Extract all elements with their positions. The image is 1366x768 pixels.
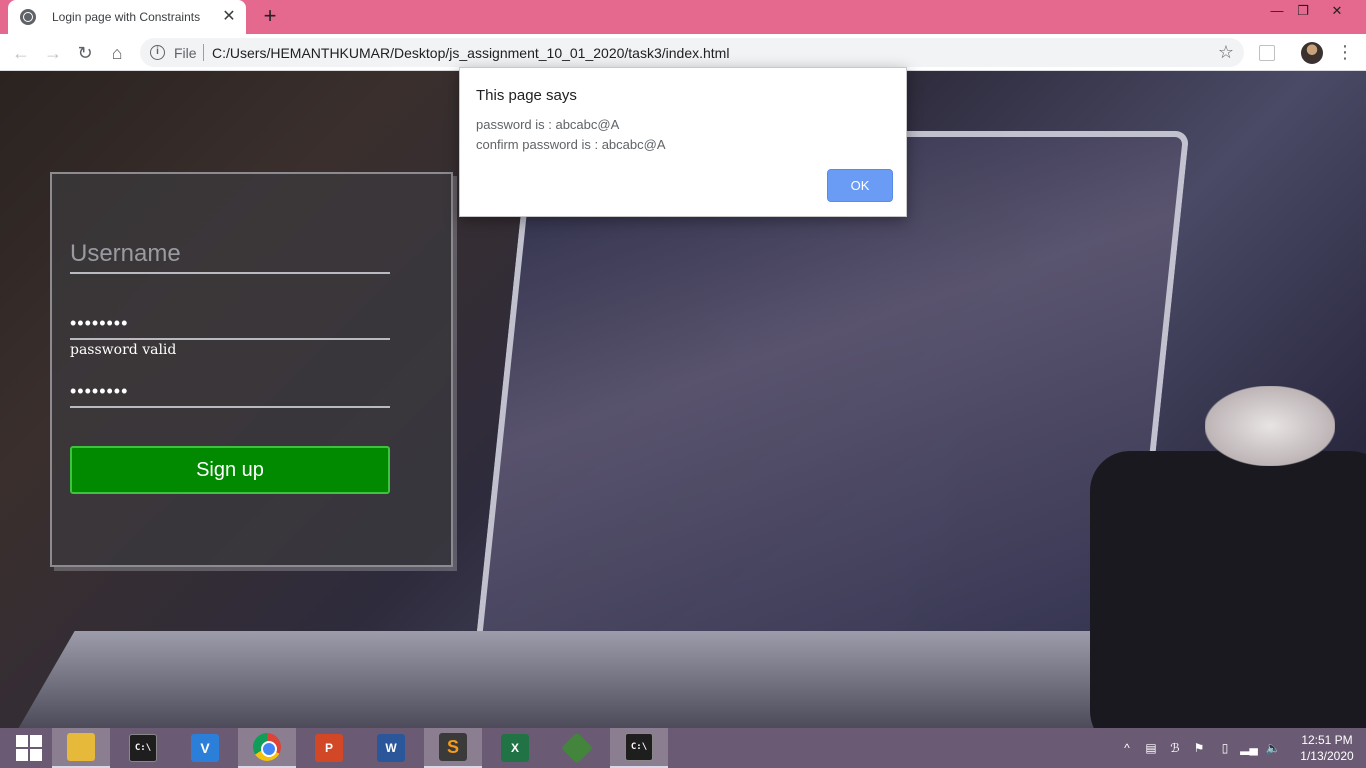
- info-icon[interactable]: i: [150, 45, 165, 60]
- tray-usb-icon[interactable]: ▤: [1142, 728, 1160, 768]
- taskbar-chrome[interactable]: [238, 728, 296, 768]
- address-divider: [203, 44, 204, 61]
- url-scheme-label: File: [174, 45, 197, 61]
- bluetooth-icon[interactable]: ℬ: [1166, 728, 1184, 768]
- taskbar-word[interactable]: W: [362, 728, 420, 768]
- vscode-icon: V: [191, 734, 219, 762]
- signup-button[interactable]: Sign up: [70, 446, 390, 494]
- taskbar-clock[interactable]: 12:51 PM 1/13/2020: [1294, 732, 1360, 764]
- excel-icon: X: [501, 734, 529, 762]
- alert-message-line: confirm password is : abcabc@A: [476, 137, 666, 152]
- network-error-icon[interactable]: ⚑: [1190, 728, 1208, 768]
- alert-message-line: password is : abcabc@A: [476, 117, 620, 132]
- url-text[interactable]: C:/Users/HEMANTHKUMAR/Desktop/js_assignm…: [212, 45, 729, 61]
- terminal-icon: C:\: [129, 734, 157, 762]
- taskbar-command-prompt[interactable]: C:\: [114, 728, 172, 768]
- home-button[interactable]: ⌂: [104, 40, 130, 66]
- terminal-icon: C:\: [625, 733, 653, 761]
- word-icon: W: [377, 734, 405, 762]
- close-window-button[interactable]: ✕: [1322, 0, 1352, 22]
- password-status: password valid: [70, 342, 177, 358]
- browser-tab-bar: Login page with Constraints ✕ + — ❐ ✕: [0, 0, 1366, 34]
- battery-icon[interactable]: ▯: [1216, 728, 1234, 768]
- chrome-icon: [253, 733, 281, 761]
- maximize-button[interactable]: ❐: [1288, 0, 1318, 22]
- windows-logo-icon: [16, 735, 42, 761]
- alert-dialog: This page says password is : abcabc@A co…: [459, 67, 907, 217]
- taskbar-file-explorer[interactable]: [52, 728, 110, 768]
- powerpoint-icon: P: [315, 734, 343, 762]
- volume-icon[interactable]: 🔈: [1264, 728, 1282, 768]
- folder-icon: [67, 733, 95, 761]
- taskbar-nodejs[interactable]: [548, 728, 606, 768]
- new-tab-button[interactable]: +: [258, 4, 282, 28]
- globe-icon: [20, 9, 36, 25]
- taskbar-excel[interactable]: X: [486, 728, 544, 768]
- taskbar-sublime-text[interactable]: S: [424, 728, 482, 768]
- browser-toolbar: ← → ↻ ⌂ i File C:/Users/HEMANTHKUMAR/Des…: [0, 34, 1366, 71]
- tab-title: Login page with Constraints: [52, 10, 201, 24]
- close-tab-icon[interactable]: ✕: [220, 8, 238, 26]
- alert-title: This page says: [476, 87, 577, 104]
- clock-time: 12:51 PM: [1301, 733, 1353, 747]
- taskbar-powerpoint[interactable]: P: [300, 728, 358, 768]
- extension-icon[interactable]: [1259, 45, 1275, 61]
- background-laptop-base: [5, 631, 1155, 728]
- taskbar-vscode[interactable]: V: [176, 728, 234, 768]
- password-input[interactable]: [70, 308, 390, 340]
- tray-chevron-icon[interactable]: ^: [1118, 728, 1136, 768]
- login-card: password valid Sign up: [50, 172, 453, 567]
- taskbar-command-prompt-2[interactable]: C:\: [610, 728, 668, 768]
- reload-button[interactable]: ↻: [72, 40, 98, 66]
- bookmark-star-icon[interactable]: ☆: [1218, 42, 1234, 63]
- signal-icon[interactable]: ▂▄: [1240, 728, 1258, 768]
- ok-button[interactable]: OK: [827, 169, 893, 202]
- start-button[interactable]: [0, 728, 58, 768]
- browser-tab[interactable]: Login page with Constraints ✕: [8, 0, 246, 34]
- browser-menu-icon[interactable]: ⋮: [1336, 39, 1354, 65]
- address-bar[interactable]: i File C:/Users/HEMANTHKUMAR/Desktop/js_…: [140, 38, 1244, 67]
- windows-taskbar: C:\ V P W S X C:\ ^ ▤ ℬ ⚑ ▯ ▂▄ 🔈 12:51 P…: [0, 728, 1366, 768]
- background-mug: [1090, 451, 1366, 728]
- profile-avatar[interactable]: [1301, 42, 1323, 64]
- username-input[interactable]: [70, 236, 390, 274]
- sublime-icon: S: [439, 733, 467, 761]
- back-button[interactable]: ←: [8, 40, 34, 66]
- background-foam: [1205, 386, 1335, 466]
- confirm-password-input[interactable]: [70, 376, 390, 408]
- forward-button[interactable]: →: [40, 40, 66, 66]
- nodejs-icon: [561, 732, 593, 764]
- clock-date: 1/13/2020: [1300, 749, 1354, 763]
